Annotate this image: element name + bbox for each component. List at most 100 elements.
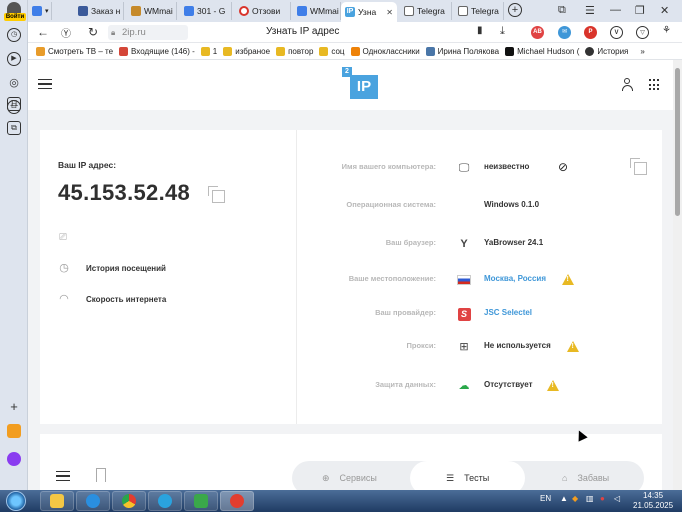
ip-icon: IP: [345, 7, 355, 17]
tray-network-icon[interactable]: ▥: [586, 494, 594, 503]
bookmark-outline-icon[interactable]: [96, 468, 106, 482]
more-bookmarks-icon[interactable]: »: [640, 47, 644, 56]
row-data-protection: Защита данных: ☁ Отсутствует: [296, 376, 662, 396]
user-icon[interactable]: [621, 78, 633, 92]
tab-2ip-active[interactable]: IP Узна ✕: [341, 2, 397, 22]
bookmark-folder-favorites[interactable]: избраное: [223, 46, 270, 56]
tray-antivirus-icon[interactable]: ●: [600, 494, 605, 503]
extension-chat-icon[interactable]: ✉: [558, 26, 571, 39]
folder-icon: [200, 46, 210, 56]
url-field[interactable]: 🔒︎ 2ip.ru: [108, 25, 188, 40]
location-link[interactable]: Москва, Россия: [484, 274, 546, 283]
tray-app-icon[interactable]: ◆: [572, 494, 578, 503]
clock[interactable]: 14:35 21.05.2025: [633, 491, 673, 511]
tray-volume-icon[interactable]: ◁: [614, 494, 620, 503]
gmail-icon: [119, 46, 129, 56]
notes-icon: [194, 494, 208, 508]
tab-telegraph-1[interactable]: Telegra: [400, 2, 452, 20]
bookmark-history[interactable]: История: [585, 46, 628, 56]
close-tab-icon[interactable]: ✕: [386, 8, 393, 17]
extension-puzzle-icon[interactable]: ⚘: [662, 25, 671, 36]
apps-grid-icon[interactable]: [649, 79, 661, 91]
tab-zakaz[interactable]: Заказ н: [74, 2, 124, 20]
close-window-icon[interactable]: ✕: [660, 4, 669, 17]
telegram-icon: [158, 494, 172, 508]
monitor-small-icon[interactable]: ⎚: [59, 232, 67, 243]
bookmark-tv[interactable]: Смотреть ТВ – те: [36, 46, 113, 56]
extension-shield-icon[interactable]: V: [610, 26, 623, 39]
play-icon[interactable]: ▶: [7, 52, 21, 66]
reload-icon[interactable]: ↻: [88, 25, 98, 39]
row-browser: Ваш браузер: Y YaBrowser 24.1: [385, 238, 544, 250]
download-icon[interactable]: ⤓: [500, 25, 505, 38]
bookmark-folder-soc[interactable]: соц: [319, 46, 345, 56]
alice-assistant-icon[interactable]: [7, 452, 21, 466]
site-logo[interactable]: 2 IP: [338, 67, 380, 101]
taskbar-yandex-browser[interactable]: [220, 491, 254, 511]
ip-address-value[interactable]: 45.153.52.48: [58, 180, 190, 206]
globe-icon: ⊕: [322, 472, 330, 483]
collections-icon[interactable]: ⧉: [7, 121, 21, 135]
clock-icon: [585, 46, 595, 56]
bookmark-x[interactable]: Michael Hudson (: [505, 46, 579, 56]
bookmark-ok[interactable]: Одноклассники: [350, 46, 420, 56]
list-menu-icon[interactable]: [56, 471, 70, 481]
profile-button[interactable]: Войти: [4, 2, 26, 21]
russia-flag-icon: [456, 272, 472, 288]
yandex-icon: Y: [460, 238, 468, 250]
taskbar-chrome[interactable]: [112, 491, 146, 511]
scrollbar-thumb[interactable]: [675, 68, 680, 216]
new-tab-button[interactable]: +: [508, 3, 522, 17]
tab-301[interactable]: 301 - G: [180, 2, 232, 20]
add-icon[interactable]: +: [7, 400, 21, 414]
extension-vpn-icon[interactable]: ▽: [636, 26, 649, 39]
back-icon[interactable]: ←: [37, 25, 49, 39]
row-computer-name: Имя вашего компьютера: 🖵︎ неизвестно ⊘: [341, 160, 569, 174]
bookmark-vk[interactable]: Ирина Полякова: [425, 46, 499, 56]
tab-services[interactable]: ⊕ Сервисы: [322, 461, 377, 490]
bookmark-icon[interactable]: ▮: [477, 25, 483, 36]
extension-pin-icon[interactable]: P: [584, 26, 597, 39]
hamburger-menu-icon[interactable]: [38, 79, 52, 89]
cake-icon: ⌂: [562, 473, 568, 483]
bookmark-folder-1[interactable]: 1: [200, 46, 217, 56]
tab-tests[interactable]: ☰ Тесты: [410, 461, 526, 490]
speed-test-link[interactable]: ◠ Скорость интернета: [58, 293, 167, 305]
alice-icon[interactable]: ◎: [7, 76, 21, 90]
extension-ad-icon[interactable]: AB: [531, 26, 544, 39]
tab-pinned[interactable]: ▾: [28, 2, 52, 20]
tab-fun[interactable]: ⌂ Забавы: [562, 461, 609, 490]
tray-arrow-icon[interactable]: ▲: [560, 494, 568, 503]
start-button[interactable]: [6, 491, 26, 511]
bookmark-gmail[interactable]: Входящие (146) -: [119, 46, 195, 56]
history-icon: ◷: [59, 262, 69, 274]
taskbar-notes[interactable]: [184, 491, 218, 511]
bookmark-folder-repeat[interactable]: повтор: [276, 46, 313, 56]
eye-off-icon[interactable]: ⊘: [558, 160, 568, 174]
taskbar-telegram[interactable]: [148, 491, 182, 511]
tab-wmmail-1[interactable]: WMmai: [127, 2, 177, 20]
page-scrollbar[interactable]: [673, 60, 682, 490]
taskbar-ie[interactable]: [76, 491, 110, 511]
address-bar-row: ← Ⓨ ↻ 🔒︎ 2ip.ru Узнать IP адрес ▮ ⤓ AB ✉…: [28, 22, 682, 43]
provider-link[interactable]: JSC Selectel: [484, 308, 532, 317]
restore-icon[interactable]: ❐: [635, 4, 645, 17]
counter-icon[interactable]: 11: [7, 97, 21, 111]
internet-icon: [86, 494, 100, 508]
yandex-button-icon[interactable]: Ⓨ: [61, 25, 71, 40]
history-clock-icon[interactable]: ◷: [7, 28, 21, 42]
minimize-icon[interactable]: —: [610, 4, 621, 16]
tab-manager-icon[interactable]: ⧉: [558, 4, 566, 17]
menu-icon[interactable]: ☰: [585, 4, 595, 17]
tab-wmmail-2[interactable]: WMmai: [293, 2, 341, 20]
row-proxy: Прокси: ⊞ Не используется: [296, 337, 662, 357]
shop-icon[interactable]: [7, 424, 21, 438]
yandex-browser-icon: [230, 494, 244, 508]
copy-ip-icon[interactable]: [208, 186, 225, 203]
language-indicator[interactable]: EN: [540, 494, 551, 503]
tab-otzovi[interactable]: Отзови: [235, 2, 291, 20]
page-viewport: 2 IP Ваш IP адрес: 45.153.52.48 ⎚ ◷ Исто…: [28, 60, 673, 490]
history-link[interactable]: ◷ История посещений: [58, 262, 166, 274]
taskbar-explorer[interactable]: [40, 491, 74, 511]
tab-telegraph-2[interactable]: Telegra: [454, 2, 504, 20]
